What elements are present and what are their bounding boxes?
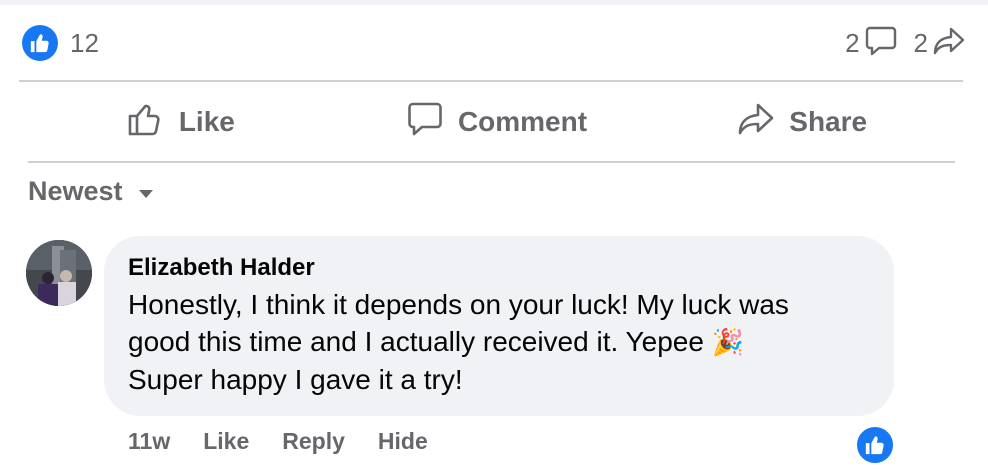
comment-count-item[interactable]: 2 bbox=[845, 25, 897, 62]
comment-action-row: 11w Like Reply Hide bbox=[128, 428, 461, 455]
comment-text-line-1: Honestly, I think it depends on your luc… bbox=[128, 289, 789, 320]
share-count-item[interactable]: 2 bbox=[914, 25, 966, 62]
party-popper-icon: 🎉 bbox=[711, 327, 745, 357]
reaction-count[interactable]: 12 bbox=[70, 28, 99, 59]
comment-button[interactable]: Comment bbox=[344, 84, 650, 160]
post-footer: 12 2 2 Like Comment Share Newest Elizabe… bbox=[0, 0, 988, 472]
top-divider bbox=[0, 0, 988, 5]
commenter-avatar[interactable] bbox=[26, 240, 92, 306]
comment-count-icon bbox=[864, 25, 898, 62]
engagement-counts: 2 2 bbox=[845, 25, 966, 62]
comment-icon bbox=[406, 101, 444, 144]
reactions-summary[interactable]: 12 bbox=[22, 25, 99, 61]
comment-sort-dropdown[interactable]: Newest bbox=[28, 176, 155, 207]
chevron-down-icon bbox=[137, 176, 155, 207]
like-label: Like bbox=[178, 106, 235, 137]
post-action-bar: Like Comment Share bbox=[28, 84, 955, 160]
comment-label: Comment bbox=[457, 106, 588, 137]
comment-count: 2 bbox=[845, 27, 860, 58]
share-icon bbox=[737, 101, 775, 144]
comment-text: Honestly, I think it depends on your luc… bbox=[128, 286, 870, 398]
comment-hide-link[interactable]: Hide bbox=[378, 428, 428, 455]
post-stats-row: 12 2 2 bbox=[22, 22, 966, 64]
comment-text-line-2: good this time and I actually received i… bbox=[128, 326, 704, 357]
share-button[interactable]: Share bbox=[649, 84, 955, 160]
comment-like-reaction-icon[interactable] bbox=[855, 425, 895, 465]
like-icon bbox=[127, 101, 165, 144]
share-count-icon bbox=[932, 25, 966, 62]
like-reaction-icon bbox=[22, 25, 58, 61]
comment-timestamp[interactable]: 11w bbox=[128, 428, 170, 455]
share-label: Share bbox=[789, 106, 868, 137]
comment-bubble: Elizabeth Halder Honestly, I think it de… bbox=[104, 236, 894, 416]
comment-reply-link[interactable]: Reply bbox=[282, 428, 345, 455]
stats-divider bbox=[19, 80, 963, 82]
comment-like-link[interactable]: Like bbox=[203, 428, 249, 455]
share-count: 2 bbox=[913, 27, 928, 58]
sort-label: Newest bbox=[28, 176, 123, 206]
comment-author[interactable]: Elizabeth Halder bbox=[128, 254, 870, 282]
like-button[interactable]: Like bbox=[28, 84, 344, 160]
comment-text-line-3: Super happy I gave it a try! bbox=[128, 364, 463, 395]
actions-divider bbox=[28, 161, 955, 163]
